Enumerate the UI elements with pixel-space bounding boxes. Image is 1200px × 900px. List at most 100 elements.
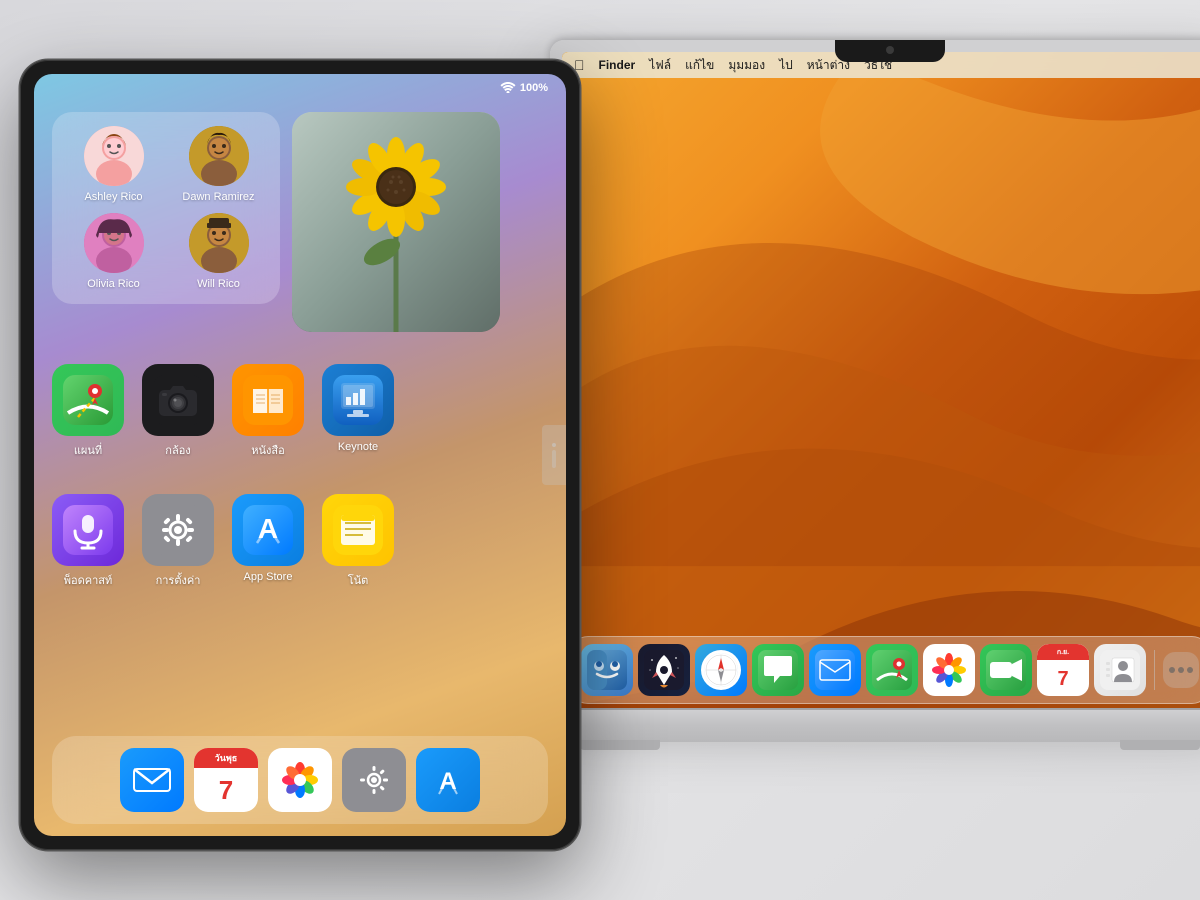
cal-mac-date-area: 7: [1037, 664, 1089, 692]
photo-inner: [292, 112, 500, 332]
app-label-appstore: App Store: [244, 571, 293, 583]
menubar-view[interactable]: มุมมอง: [728, 56, 765, 75]
avatar-olivia: [84, 213, 144, 273]
app-maps[interactable]: แผนที่: [52, 364, 124, 459]
messages-icon-svg: [758, 650, 798, 690]
keynote-icon-svg: [333, 375, 383, 425]
dock-appstore-icon[interactable]: A: [416, 748, 480, 812]
contacts-grid: Ashley Rico: [66, 126, 266, 290]
more-icon-svg: [1163, 652, 1199, 688]
cal-mac-header: ก.ย.: [1037, 644, 1089, 660]
sunflower-svg: [292, 112, 500, 332]
dock-safari[interactable]: [695, 644, 747, 696]
app-appstore[interactable]: A App Store: [232, 494, 304, 583]
app-label-keynote: Keynote: [338, 441, 378, 453]
webcam: [886, 46, 894, 54]
battery-indicator: 100%: [520, 82, 548, 94]
calendar-number: 7: [219, 777, 233, 803]
macos-dock: ก.ย. 7: [570, 636, 1200, 704]
cal-mac-date-number: 7: [1057, 668, 1068, 690]
notes-icon: [322, 494, 394, 566]
keynote-icon: [322, 364, 394, 436]
dock-appstore-svg: A: [429, 761, 467, 799]
contact-name-olivia: Olivia Rico: [87, 278, 140, 290]
maps-mac-icon-svg: [872, 650, 912, 690]
settings-icon: [142, 494, 214, 566]
dock-more[interactable]: [1163, 652, 1199, 688]
appstore-icon: A: [232, 494, 304, 566]
calendar-header: วันพุธ: [194, 748, 258, 768]
facetime-icon-svg: [986, 650, 1026, 690]
dock-finder[interactable]: [581, 644, 633, 696]
svg-text:A: A: [439, 768, 456, 795]
app-row-2: พ็อดคาสท์: [52, 494, 394, 589]
app-camera[interactable]: กล้อง: [142, 364, 214, 459]
app-notes[interactable]: โน้ต: [322, 494, 394, 589]
camera-icon: [142, 364, 214, 436]
photo-widget[interactable]: [292, 112, 500, 332]
dock-calendar-mac[interactable]: ก.ย. 7: [1037, 644, 1089, 696]
mail-mac-icon-svg: [815, 650, 855, 690]
safari-icon-svg: [701, 650, 741, 690]
maps-icon-svg: [63, 375, 113, 425]
photos-mac-icon-svg: [929, 650, 969, 690]
menubar-file[interactable]: ไฟล์: [649, 56, 671, 75]
ipad-device: 100%: [20, 60, 580, 850]
launchpad-icon-svg: [644, 650, 684, 690]
dock-mail-mac[interactable]: [809, 644, 861, 696]
app-books[interactable]: หนังสือ: [232, 364, 304, 459]
contact-dawn[interactable]: Dawn Ramirez: [171, 126, 266, 203]
dock-settings-icon[interactable]: [342, 748, 406, 812]
contact-ashley[interactable]: Ashley Rico: [66, 126, 161, 203]
photos-icon-svg: [278, 758, 322, 802]
appstore-icon-svg: A: [243, 505, 293, 555]
calendar-weekday: วันพุธ: [215, 751, 238, 765]
app-label-books: หนังสือ: [251, 441, 284, 459]
contact-name-dawn: Dawn Ramirez: [182, 191, 254, 203]
notes-icon-svg: [333, 505, 383, 555]
macbook-base: [530, 710, 1200, 742]
app-label-settings: การตั้งค่า: [156, 571, 201, 589]
calendar-date: 7: [219, 768, 233, 812]
app-settings[interactable]: การตั้งค่า: [142, 494, 214, 589]
app-row-1: แผนที่: [52, 364, 394, 459]
contacts-widget[interactable]: Ashley Rico: [52, 112, 280, 304]
contact-name-ashley: Ashley Rico: [84, 191, 142, 203]
contact-name-will: Will Rico: [197, 278, 240, 290]
ipad-body: 100%: [20, 60, 580, 850]
contacts-icon-svg: [1100, 650, 1140, 690]
dock-photos-mac[interactable]: [923, 644, 975, 696]
ipad-status-bar: 100%: [34, 74, 566, 102]
books-icon: [232, 364, 304, 436]
macos-wallpaper: [562, 52, 1200, 710]
dock-messages[interactable]: [752, 644, 804, 696]
contact-olivia[interactable]: Olivia Rico: [66, 213, 161, 290]
macbook-device:  Finder ไฟล์ แก้ไข มุมมอง ไป หน้าต่าง ว…: [550, 40, 1200, 900]
macbook-screen:  Finder ไฟล์ แก้ไข มุมมอง ไป หน้าต่าง ว…: [562, 52, 1200, 710]
macbook-notch: [835, 40, 945, 62]
podcasts-icon-svg: [63, 505, 113, 555]
dock-divider: [1154, 650, 1155, 690]
dock-mail-icon[interactable]: [120, 748, 184, 812]
app-label-camera: กล้อง: [165, 441, 190, 459]
macbook-bezel:  Finder ไฟล์ แก้ไข มุมมอง ไป หน้าต่าง ว…: [550, 40, 1200, 710]
app-keynote[interactable]: Keynote: [322, 364, 394, 453]
menubar-edit[interactable]: แก้ไข: [685, 56, 714, 75]
contact-will[interactable]: Will Rico: [171, 213, 266, 290]
dock-facetime[interactable]: [980, 644, 1032, 696]
menubar-go[interactable]: ไป: [779, 56, 793, 75]
dock-photos-icon[interactable]: [268, 748, 332, 812]
maps-icon: [52, 364, 124, 436]
cal-mac-month: ก.ย.: [1057, 647, 1069, 658]
settings-icon-svg: [153, 505, 203, 555]
app-label-notes: โน้ต: [348, 571, 369, 589]
menubar-finder[interactable]: Finder: [599, 58, 636, 72]
dock-contacts[interactable]: [1094, 644, 1146, 696]
dock-maps-mac[interactable]: [866, 644, 918, 696]
app-podcasts[interactable]: พ็อดคาสท์: [52, 494, 124, 589]
books-icon-svg: [243, 375, 293, 425]
wallpaper-svg: [562, 52, 1200, 710]
dock-calendar-icon[interactable]: วันพุธ 7: [194, 748, 258, 812]
dock-launchpad[interactable]: [638, 644, 690, 696]
app-label-maps: แผนที่: [74, 441, 102, 459]
